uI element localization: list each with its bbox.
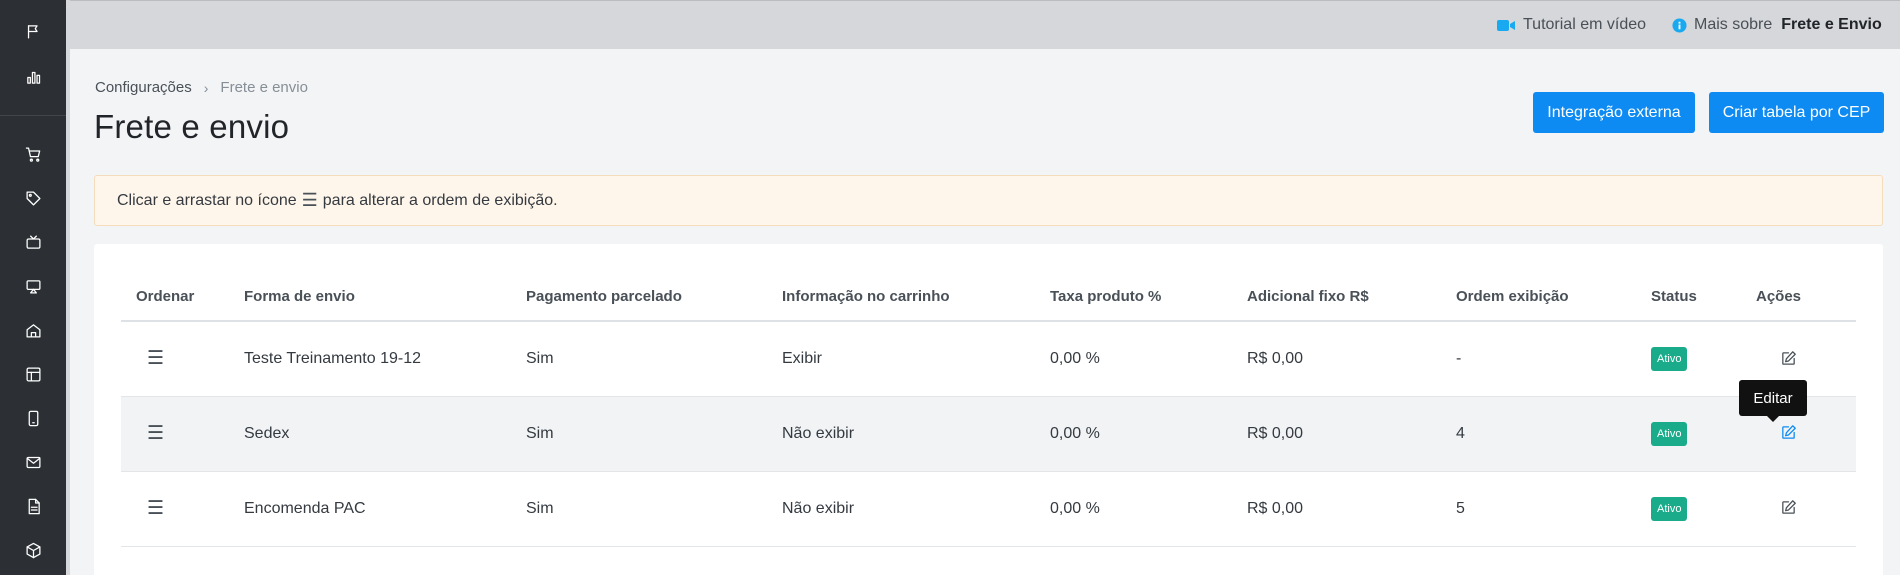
cart-icon[interactable] [21, 142, 45, 166]
cell-cart-info: Não exibir [782, 471, 1050, 547]
col-ordem-exibicao: Ordem exibição [1456, 274, 1651, 322]
col-forma-envio: Forma de envio [244, 274, 526, 322]
chevron-right-icon: › [203, 79, 209, 96]
cell-rate: 0,00 % [1050, 396, 1247, 472]
table-row: ☰ Encomenda PAC Sim Não exibir 0,00 % R$… [121, 471, 1856, 547]
more-info-link[interactable]: Mais sobre Frete e Envio [1672, 16, 1882, 34]
external-integration-button[interactable]: Integração externa [1533, 92, 1695, 133]
breadcrumb-current: Frete e envio [220, 79, 308, 96]
hamburger-icon: ☰ [301, 190, 318, 210]
cell-rate: 0,00 % [1050, 471, 1247, 547]
tv-icon[interactable] [21, 230, 45, 254]
cell-status: Ativo [1651, 471, 1756, 547]
breadcrumb-configuracoes[interactable]: Configurações [95, 79, 192, 96]
cell-shipping-name: Sedex [244, 396, 526, 472]
video-tutorial-label: Tutorial em vídeo [1523, 16, 1647, 33]
layout-icon[interactable] [21, 362, 45, 386]
edit-icon[interactable] [1776, 421, 1800, 445]
alert-text-after: para alterar a ordem de exibição. [322, 191, 558, 209]
edit-icon[interactable] [1776, 496, 1800, 520]
status-badge: Ativo [1651, 421, 1688, 446]
sidebar [0, 0, 66, 575]
table-row: ☰ Sedex Sim Não exibir 0,00 % R$ 0,00 4 … [121, 396, 1856, 472]
video-tutorial-link[interactable]: Tutorial em vídeo [1497, 16, 1646, 34]
status-badge: Ativo [1651, 496, 1688, 521]
tag-icon[interactable] [21, 186, 45, 210]
cell-rate: 0,00 % [1050, 321, 1247, 397]
drag-handle-icon[interactable]: ☰ [121, 396, 244, 472]
sidebar-divider [0, 115, 66, 116]
cell-fixed: R$ 0,00 [1247, 396, 1456, 472]
edit-tooltip: Editar [1739, 380, 1807, 422]
mail-icon[interactable] [21, 450, 45, 474]
cell-shipping-name: Teste Treinamento 19-12 [244, 321, 526, 397]
col-informacao-carrinho: Informação no carrinho [782, 274, 1050, 322]
col-taxa-produto: Taxa produto % [1050, 274, 1247, 322]
info-icon [1672, 17, 1687, 33]
cell-fixed: R$ 0,00 [1247, 471, 1456, 547]
cell-installments: Sim [526, 396, 782, 472]
cell-shipping-name: Encomenda PAC [244, 471, 526, 547]
sidebar-edge [66, 0, 70, 575]
cell-order: - [1456, 321, 1651, 397]
shipping-table-card: Ordenar Forma de envio Pagamento parcela… [94, 244, 1883, 575]
col-ordenar: Ordenar [121, 274, 244, 322]
breadcrumb: Configurações › Frete e envio [95, 79, 308, 96]
col-adicional-fixo: Adicional fixo R$ [1247, 274, 1456, 322]
col-pagamento-parcelado: Pagamento parcelado [526, 274, 782, 322]
page-title: Frete e envio [94, 108, 290, 145]
col-acoes: Ações [1756, 274, 1856, 322]
box-icon[interactable] [21, 538, 45, 562]
more-info-subject: Frete e Envio [1781, 16, 1882, 33]
flag-icon[interactable] [21, 19, 45, 43]
bar-chart-icon[interactable] [21, 65, 45, 89]
cell-cart-info: Exibir [782, 321, 1050, 397]
cell-order: 4 [1456, 396, 1651, 472]
alert-text-before: Clicar e arrastar no ícone [117, 191, 297, 209]
smartphone-icon[interactable] [21, 406, 45, 430]
status-badge: Ativo [1651, 346, 1688, 371]
drag-handle-icon[interactable]: ☰ [121, 471, 244, 547]
shipping-methods-table: Ordenar Forma de envio Pagamento parcela… [121, 274, 1856, 547]
cell-fixed: R$ 0,00 [1247, 321, 1456, 397]
video-camera-icon [1497, 19, 1515, 31]
cell-actions [1756, 471, 1856, 547]
document-icon[interactable] [21, 494, 45, 518]
table-row: ☰ Teste Treinamento 19-12 Sim Exibir 0,0… [121, 321, 1856, 397]
create-cep-table-button[interactable]: Criar tabela por CEP [1709, 92, 1884, 133]
topbar: Tutorial em vídeo Mais sobre Frete e Env… [70, 0, 1900, 49]
monitor-icon[interactable] [21, 274, 45, 298]
table-header-row: Ordenar Forma de envio Pagamento parcela… [121, 274, 1856, 322]
more-info-label: Mais sobre [1694, 16, 1773, 33]
cell-order: 5 [1456, 471, 1651, 547]
cell-installments: Sim [526, 471, 782, 547]
col-status: Status [1651, 274, 1756, 322]
drag-handle-icon[interactable]: ☰ [121, 321, 244, 397]
home-icon[interactable] [21, 318, 45, 342]
info-alert: Clicar e arrastar no ícone ☰ para altera… [94, 175, 1883, 226]
cell-installments: Sim [526, 321, 782, 397]
edit-icon[interactable] [1776, 346, 1800, 370]
cell-cart-info: Não exibir [782, 396, 1050, 472]
